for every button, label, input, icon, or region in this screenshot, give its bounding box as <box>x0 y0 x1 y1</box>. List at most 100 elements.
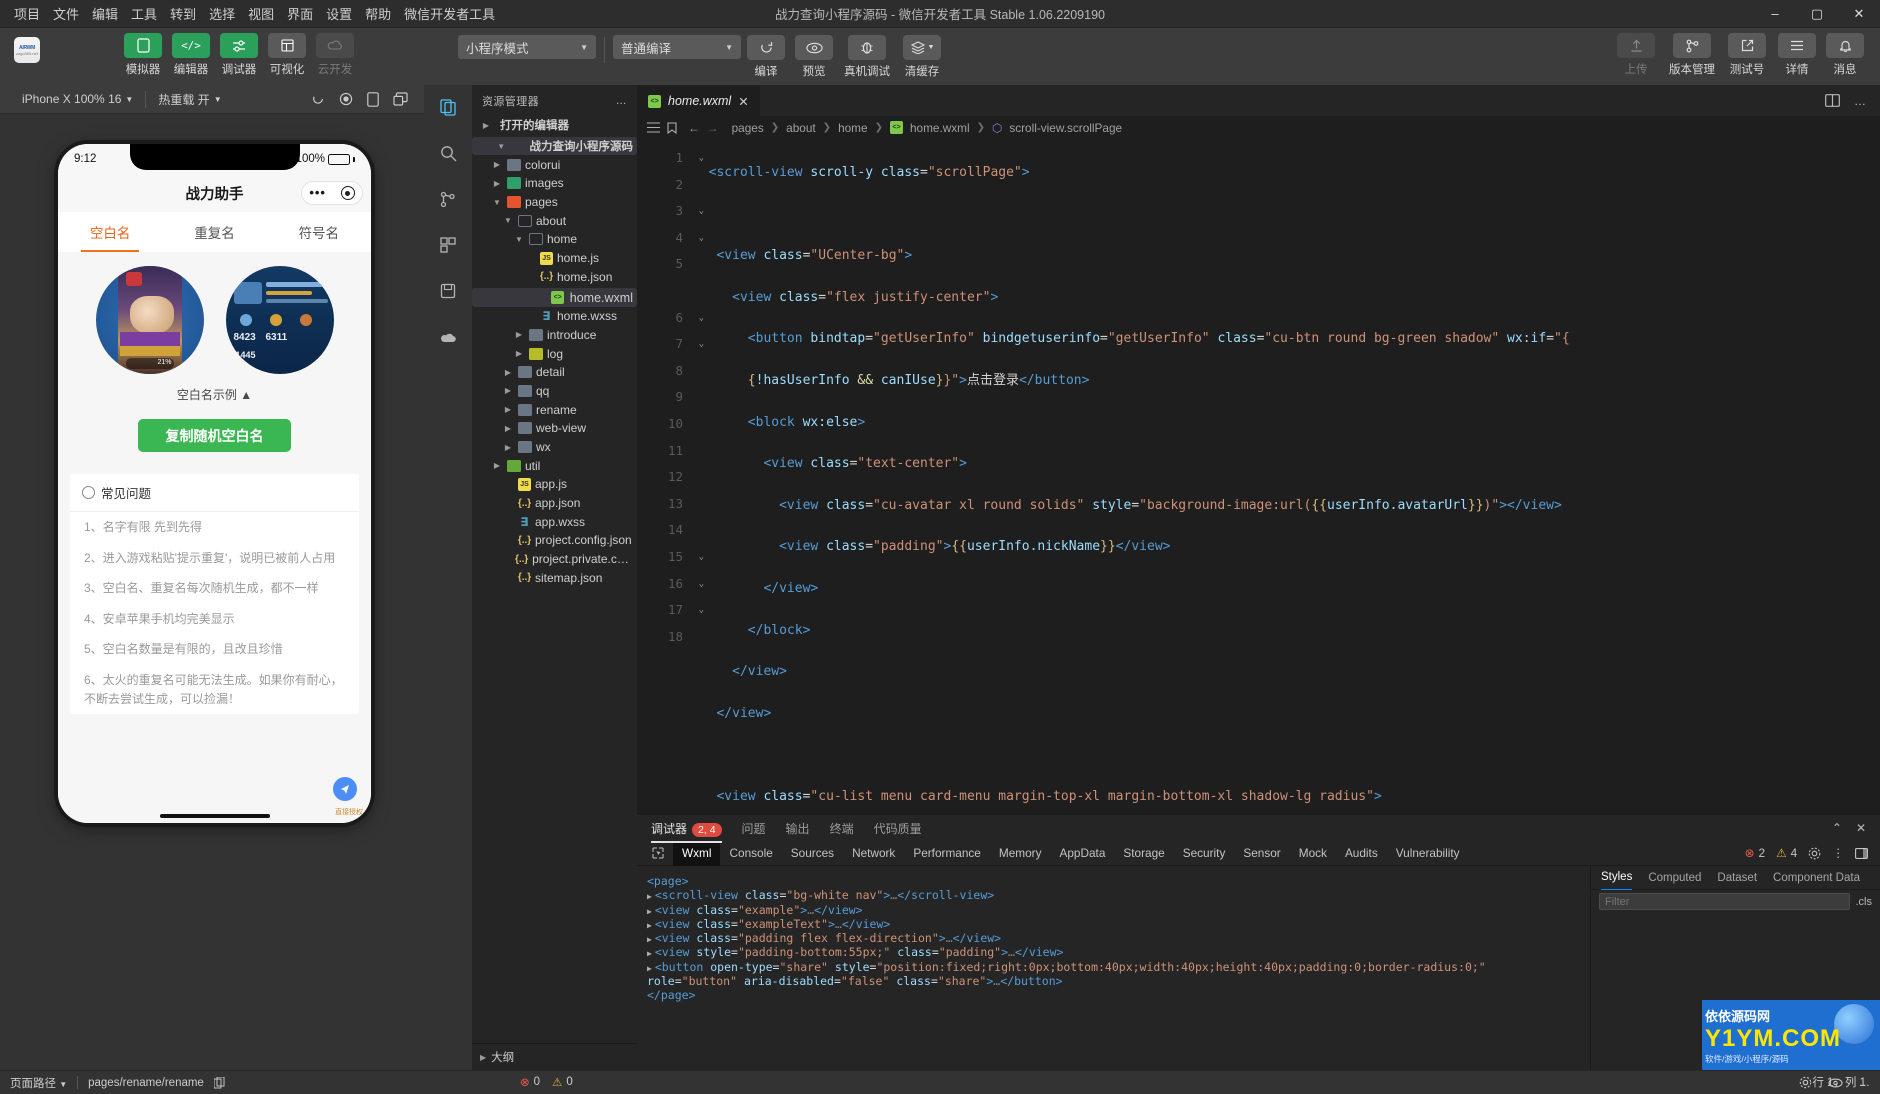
devtools-tab-vulnerability[interactable]: Vulnerability <box>1387 841 1469 866</box>
devtools-tab-wxml[interactable]: Wxml <box>673 840 721 866</box>
devtools-tab-performance[interactable]: Performance <box>904 841 990 866</box>
split-editor-icon[interactable] <box>1825 94 1840 107</box>
outline-section[interactable]: ▶ 大纲 <box>472 1043 637 1070</box>
tab-duplicate-name[interactable]: 重复名 <box>162 212 266 252</box>
code-content[interactable]: <scroll-view scroll-y class="scrollPage"… <box>693 139 1880 814</box>
tree-item-app.js[interactable]: JS app.js <box>472 475 637 494</box>
menu-item-0[interactable]: 项目 <box>14 4 40 23</box>
wxml-node[interactable]: <page> <box>647 874 1580 888</box>
tree-item-util[interactable]: ▶ util <box>472 456 637 475</box>
save-icon[interactable] <box>433 277 463 305</box>
wxml-node[interactable]: ▶ <scroll-view class="bg-white nav">…</sc… <box>647 888 1580 902</box>
wxml-node[interactable]: ▶ <view class="padding flex flex-directio… <box>647 931 1580 945</box>
wxml-node[interactable]: </page> <box>647 988 1580 1002</box>
tree-item-detail[interactable]: ▶ detail <box>472 363 637 382</box>
compile-button[interactable]: 编译 <box>745 33 787 79</box>
devtools-tab-mock[interactable]: Mock <box>1290 841 1336 866</box>
source-control-icon[interactable] <box>433 185 463 213</box>
twisty-icon[interactable]: ▶ <box>513 349 525 358</box>
tree-item-project.config.json[interactable]: {..} project.config.json <box>472 531 637 550</box>
tree-item-wx[interactable]: ▶ wx <box>472 438 637 457</box>
devtools-collapse-icon[interactable]: ⌃ <box>1832 821 1842 835</box>
simulator-detach-icon[interactable] <box>393 91 408 107</box>
close-button[interactable]: ✕ <box>1838 0 1880 28</box>
back-arrow-icon[interactable]: ← <box>688 121 700 135</box>
twisty-icon[interactable]: ▶ <box>502 405 514 414</box>
tree-item-sitemap.json[interactable]: {..} sitemap.json <box>472 569 637 588</box>
fold-icon[interactable]: ⌄ <box>699 145 704 172</box>
mode-select[interactable]: 小程序模式 ▼ <box>458 35 596 59</box>
editor-more-icon[interactable]: … <box>1854 94 1866 108</box>
miniprogram-scroll-body[interactable]: 21% 8423 6311 1445 空白名示例 ▲ 复制随机空白名 常见问题 … <box>58 252 371 823</box>
twisty-icon[interactable]: ▶ <box>480 121 492 130</box>
simulator-refresh-icon[interactable] <box>311 92 325 107</box>
tree-item-home.wxml[interactable]: <> home.wxml <box>472 288 637 307</box>
tree-item-home[interactable]: ▼ home <box>472 230 637 249</box>
tree-item-rename[interactable]: ▶ rename <box>472 400 637 419</box>
tree-item-web-view[interactable]: ▶ web-view <box>472 419 637 438</box>
wxml-node[interactable]: ▶ <view class="exampleText">…</view> <box>647 917 1580 931</box>
compile-select[interactable]: 普通编译 ▼ <box>613 35 741 59</box>
tree-item-app.wxss[interactable]: ∃ app.wxss <box>472 512 637 531</box>
close-icon[interactable]: ✕ <box>738 94 748 109</box>
devtools-tab-network[interactable]: Network <box>843 841 904 866</box>
warning-count-badge[interactable]: ⚠ 4 <box>1776 846 1797 860</box>
tree-item-[interactable]: ▶ 打开的编辑器 <box>472 116 637 135</box>
capsule-buttons[interactable]: ••• <box>301 181 363 205</box>
simulator-record-icon[interactable] <box>339 92 353 107</box>
wxml-tree-pane[interactable]: <page> ▶ <scroll-view class="bg-white nav… <box>637 866 1590 1070</box>
twisty-icon[interactable]: ▶ <box>491 461 503 470</box>
fold-icon[interactable]: ⌄ <box>699 305 704 332</box>
twisty-icon[interactable]: ▶ <box>513 330 525 339</box>
devtools-settings-icon[interactable] <box>1808 847 1821 860</box>
explorer-icon[interactable] <box>433 93 463 121</box>
tree-item-app.json[interactable]: {..} app.json <box>472 494 637 513</box>
status-warning-count[interactable]: ⚠ 0 <box>552 1075 573 1089</box>
editor-toggle-button[interactable]: </> 编辑器 <box>170 33 212 77</box>
tree-item-home.js[interactable]: JS home.js <box>472 249 637 268</box>
styles-filter-input[interactable] <box>1599 893 1850 910</box>
status-error-count[interactable]: ⊗ 0 <box>520 1075 540 1089</box>
tree-item-project.private.config.js...[interactable]: {..}project.private.config.js... <box>472 550 637 569</box>
fold-icon[interactable]: ⌄ <box>699 198 704 225</box>
tree-item-qq[interactable]: ▶ qq <box>472 382 637 401</box>
twisty-icon[interactable]: ▶ <box>491 179 503 188</box>
more-icon[interactable]: ••• <box>309 186 326 199</box>
twisty-icon[interactable]: ▼ <box>513 235 525 244</box>
devtools-tab-terminal[interactable]: 终端 <box>830 820 854 837</box>
page-path-value[interactable]: pages/rename/rename <box>88 1077 204 1089</box>
close-circle-icon[interactable] <box>340 186 355 200</box>
menu-item-8[interactable]: 设置 <box>326 4 352 23</box>
search-icon[interactable] <box>433 139 463 167</box>
bookmark-icon[interactable] <box>667 121 677 134</box>
version-control-button[interactable]: 版本管理 <box>1666 33 1718 77</box>
menu-item-6[interactable]: 视图 <box>248 4 274 23</box>
file-tree[interactable]: ▶ 打开的编辑器 ▼ 战力查询小程序源码 ▶ colorui ▶ images ▼ pages ▼ a… <box>472 116 637 1043</box>
devtools-tab-sources[interactable]: Sources <box>782 841 843 866</box>
details-button[interactable]: 详情 <box>1776 33 1818 77</box>
cls-button[interactable]: .cls <box>1856 896 1873 908</box>
menu-item-10[interactable]: 微信开发者工具 <box>404 4 495 23</box>
styles-tab-component-data[interactable]: Component Data <box>1773 872 1860 884</box>
tree-item-colorui[interactable]: ▶ colorui <box>472 155 637 174</box>
extensions-icon[interactable] <box>433 231 463 259</box>
devtools-tab-debugger[interactable]: 调试器 2, 4 <box>651 820 722 843</box>
menu-item-2[interactable]: 编辑 <box>92 4 118 23</box>
device-select[interactable]: iPhone X 100% 16 ▼ <box>10 92 145 106</box>
devtools-close-icon[interactable]: ✕ <box>1856 821 1866 835</box>
tree-item-images[interactable]: ▶ images <box>472 174 637 193</box>
cursor-position[interactable]: 行 1，列 1 <box>1812 1070 1866 1094</box>
menu-item-9[interactable]: 帮助 <box>365 4 391 23</box>
forward-arrow-icon[interactable]: → <box>707 121 719 135</box>
breadcrumb-item-symbol[interactable]: scroll-view.scrollPage <box>1009 121 1122 135</box>
devtools-tab-sensor[interactable]: Sensor <box>1234 841 1289 866</box>
fold-icon[interactable]: ⌄ <box>699 597 704 624</box>
devtools-tab-storage[interactable]: Storage <box>1114 841 1173 866</box>
wxml-node[interactable]: ▶ <view class="example">…</view> <box>647 903 1580 917</box>
tab-symbol-name[interactable]: 符号名 <box>267 212 371 252</box>
devtools-tab-output[interactable]: 输出 <box>786 820 810 837</box>
devtools-tab-memory[interactable]: Memory <box>990 841 1051 866</box>
maximize-button[interactable]: ▢ <box>1796 0 1838 28</box>
minimize-button[interactable]: – <box>1754 0 1796 28</box>
menu-item-4[interactable]: 转到 <box>170 4 196 23</box>
